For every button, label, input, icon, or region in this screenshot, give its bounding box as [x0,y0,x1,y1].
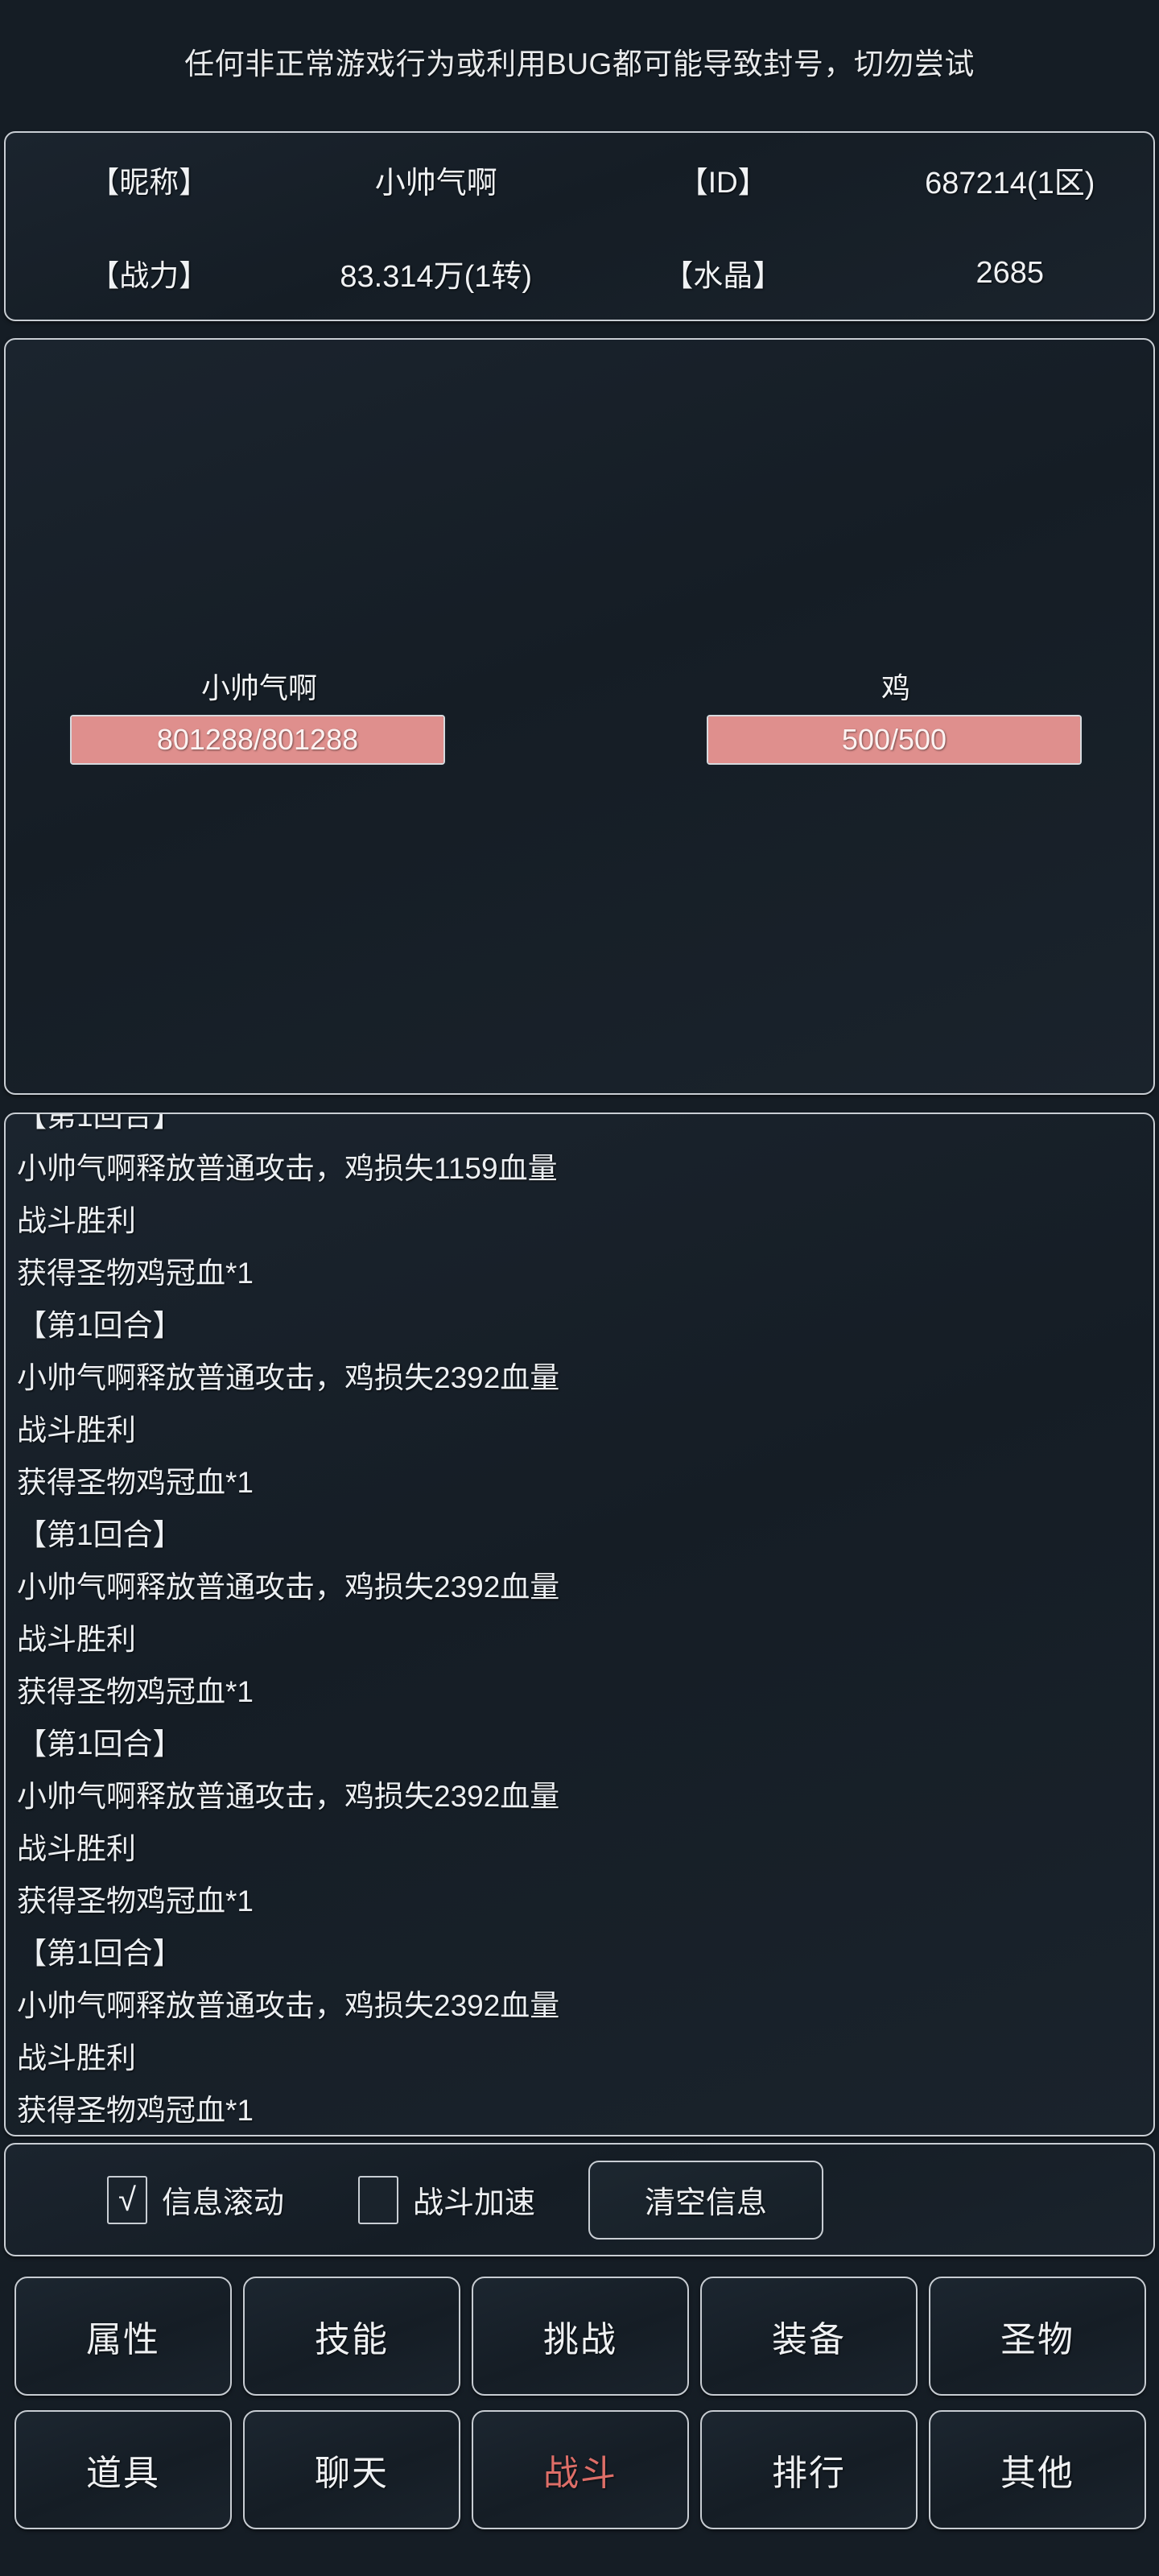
battle-log-line: 【第1回合】 [17,1113,183,1133]
crystal-label: 【水晶】 [663,259,783,292]
log-controls-panel: √ 信息滚动 √ 战斗加速 清空信息 [4,2143,1155,2256]
battle-log-line: 战斗胜利 [17,1623,136,1656]
player-name: 小帅气啊 [200,671,317,704]
battle-log-line: 战斗胜利 [17,2041,136,2074]
battle-log-line: 【第1回合】 [17,1937,183,1970]
battle-log-line: 战斗胜利 [17,1204,136,1237]
power-value: 83.314万(1转) [340,259,533,294]
menu-button-4[interactable]: 圣物 [929,2277,1146,2396]
nickname-label: 【昵称】 [89,166,209,199]
clear-log-button[interactable]: 清空信息 [588,2160,824,2240]
menu-button-8[interactable]: 排行 [700,2410,918,2529]
menu-button-7[interactable]: 战斗 [472,2410,689,2529]
enemy-hp-text: 500/500 [841,723,947,756]
notice-text: 任何非正常游戏行为或利用BUG都可能导致封号，切勿尝试 [184,47,975,80]
battle-log-line: 小帅气啊释放普通攻击，鸡损失2392血量 [17,1780,560,1813]
battle-log-line: 小帅气啊释放普通攻击，鸡损失2392血量 [17,1571,560,1604]
game-screen: 任何非正常游戏行为或利用BUG都可能导致封号，切勿尝试 【昵称】 小帅气啊 【I… [0,0,1159,2576]
enemy-combatant: 鸡 500/500 [707,665,1085,765]
menu-button-2[interactable]: 挑战 [472,2277,689,2396]
enemy-name: 鸡 [881,671,910,704]
main-menu-grid: 属性 技能 挑战 装备 圣物道具 聊天 战斗 排行 其他 [14,2277,1146,2529]
scroll-toggle[interactable]: √ 信息滚动 [107,2175,285,2224]
speed-checkbox[interactable]: √ [358,2175,399,2224]
menu-button-9[interactable]: 其他 [929,2410,1146,2529]
battle-log-lines: 【第1回合】 小帅气啊释放普通攻击，鸡损失1159血量 战斗胜利 获得圣物鸡冠血*1 【… [17,1113,1144,2135]
battle-log-line: 【第1回合】 [17,1728,183,1761]
battle-log-line: 获得圣物鸡冠血*1 [17,1885,254,1918]
player-hp-text: 801288/801288 [156,723,359,756]
player-combatant: 小帅气啊 801288/801288 [70,665,448,765]
battle-log-line: 【第1回合】 [17,1518,183,1551]
battle-log-line: 获得圣物鸡冠血*1 [17,1675,254,1708]
battle-log-line: 获得圣物鸡冠血*1 [17,1466,254,1499]
scroll-checkbox[interactable]: √ [107,2175,147,2224]
battle-log-line: 获得圣物鸡冠血*1 [17,1257,254,1290]
id-label: 【ID】 [678,166,768,199]
crystal-value: 2685 [975,255,1045,290]
battle-log-line: 小帅气啊释放普通攻击，鸡损失1159血量 [17,1152,558,1185]
player-hp-bar: 801288/801288 [70,715,445,765]
battle-log-line: 小帅气啊释放普通攻击，鸡损失2392血量 [17,1361,560,1394]
menu-button-5[interactable]: 道具 [14,2410,232,2529]
battle-log-line: 战斗胜利 [17,1414,136,1447]
menu-button-0[interactable]: 属性 [14,2277,232,2396]
menu-button-1[interactable]: 技能 [243,2277,460,2396]
menu-button-3[interactable]: 装备 [700,2277,918,2396]
battle-log-line: 小帅气啊释放普通攻击，鸡损失2392血量 [17,1989,560,2022]
scroll-label: 信息滚动 [162,2186,285,2220]
notice-banner: 任何非正常游戏行为或利用BUG都可能导致封号，切勿尝试 [0,0,1159,122]
nickname-value: 小帅气啊 [374,166,497,200]
player-info-panel: 【昵称】 小帅气啊 【ID】 687214(1区) 【战力】 83.314万(1… [4,131,1155,321]
battle-log-panel[interactable]: 【第1回合】 小帅气啊释放普通攻击，鸡损失1159血量 战斗胜利 获得圣物鸡冠血*1 【… [4,1113,1155,2136]
battle-log-line: 获得圣物鸡冠血*1 [17,2094,254,2127]
battle-log-line: 战斗胜利 [17,1832,136,1865]
speed-toggle[interactable]: √ 战斗加速 [358,2175,536,2224]
check-icon: √ [118,2182,136,2218]
id-value: 687214(1区) [925,166,1095,200]
menu-button-6[interactable]: 聊天 [243,2410,460,2529]
power-label: 【战力】 [89,259,209,292]
enemy-hp-bar: 500/500 [707,715,1082,765]
speed-label: 战斗加速 [413,2186,536,2220]
battle-log-line: 【第1回合】 [17,1309,183,1342]
